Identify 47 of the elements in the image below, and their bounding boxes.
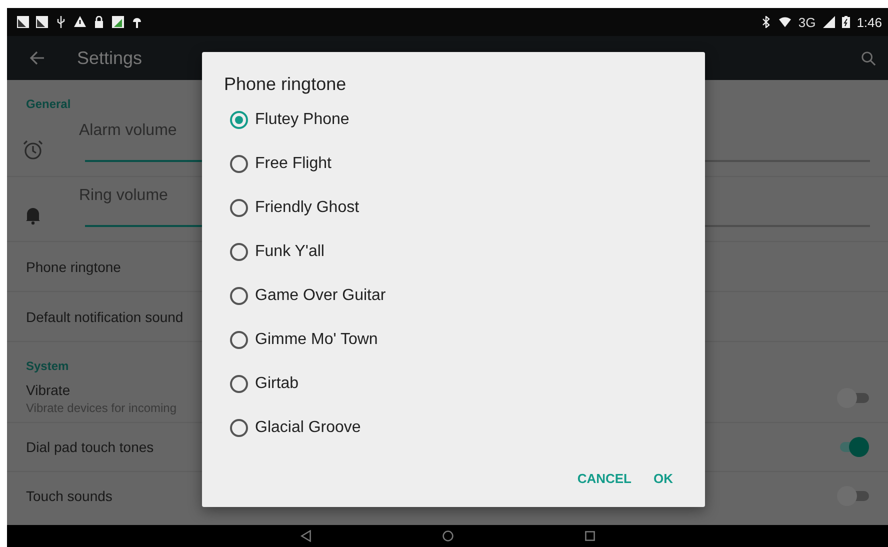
search-icon[interactable] [861,50,876,66]
home-icon[interactable] [442,530,454,542]
lock-icon [93,16,105,28]
radio-button[interactable] [230,111,248,129]
ringtone-option[interactable]: Flutey Phone [255,111,350,129]
bluetooth-icon [760,16,772,28]
ringtone-option[interactable]: Gimme Mo' Town [255,331,378,349]
back-arrow-icon[interactable] [29,50,45,66]
setting-label: Vibrate [26,382,72,398]
network-type: 3G [798,14,816,30]
radio-button[interactable] [230,419,248,437]
setting-label: Ring volume [79,187,169,205]
dialog-title: Phone ringtone [224,74,348,95]
wifi-icon [779,16,792,28]
radio-button[interactable] [230,199,248,217]
image-icon [36,16,48,28]
setting-label: Phone ringtone [26,258,121,274]
back-icon[interactable] [300,530,312,542]
ringtone-option[interactable]: Friendly Ghost [255,199,360,217]
warning-icon [74,16,86,28]
toggle-switch[interactable] [837,486,869,506]
setting-label: Touch sounds [26,488,112,504]
image-icon [17,16,29,28]
recents-icon[interactable] [584,530,596,542]
section-header: General [26,97,71,112]
ringtone-option[interactable]: Game Over Guitar [255,287,386,305]
setting-label: Dial pad touch tones [26,439,154,455]
signal-icon [822,16,835,28]
radio-button[interactable] [230,287,248,305]
radio-button[interactable] [230,155,248,173]
toggle-switch[interactable] [837,388,869,408]
battery-icon [842,16,850,28]
usb-icon [55,16,67,28]
radio-button[interactable] [230,375,248,393]
ringtone-option[interactable]: Girtab [255,375,299,393]
ringtone-option[interactable]: Free Flight [255,155,332,173]
ringtone-option[interactable]: Funk Y'all [255,243,324,261]
setting-label: Alarm volume [79,122,178,140]
toolbar-title: Settings [77,48,144,68]
clock-time: 1:46 [856,14,882,30]
radio-button[interactable] [230,243,248,261]
alarm-clock-icon [23,140,43,160]
image-icon [112,16,124,28]
radio-button[interactable] [230,331,248,349]
setting-label: Default notification sound [26,308,184,324]
section-header: System [26,359,69,374]
ringtone-option[interactable]: Glacial Groove [255,419,361,437]
